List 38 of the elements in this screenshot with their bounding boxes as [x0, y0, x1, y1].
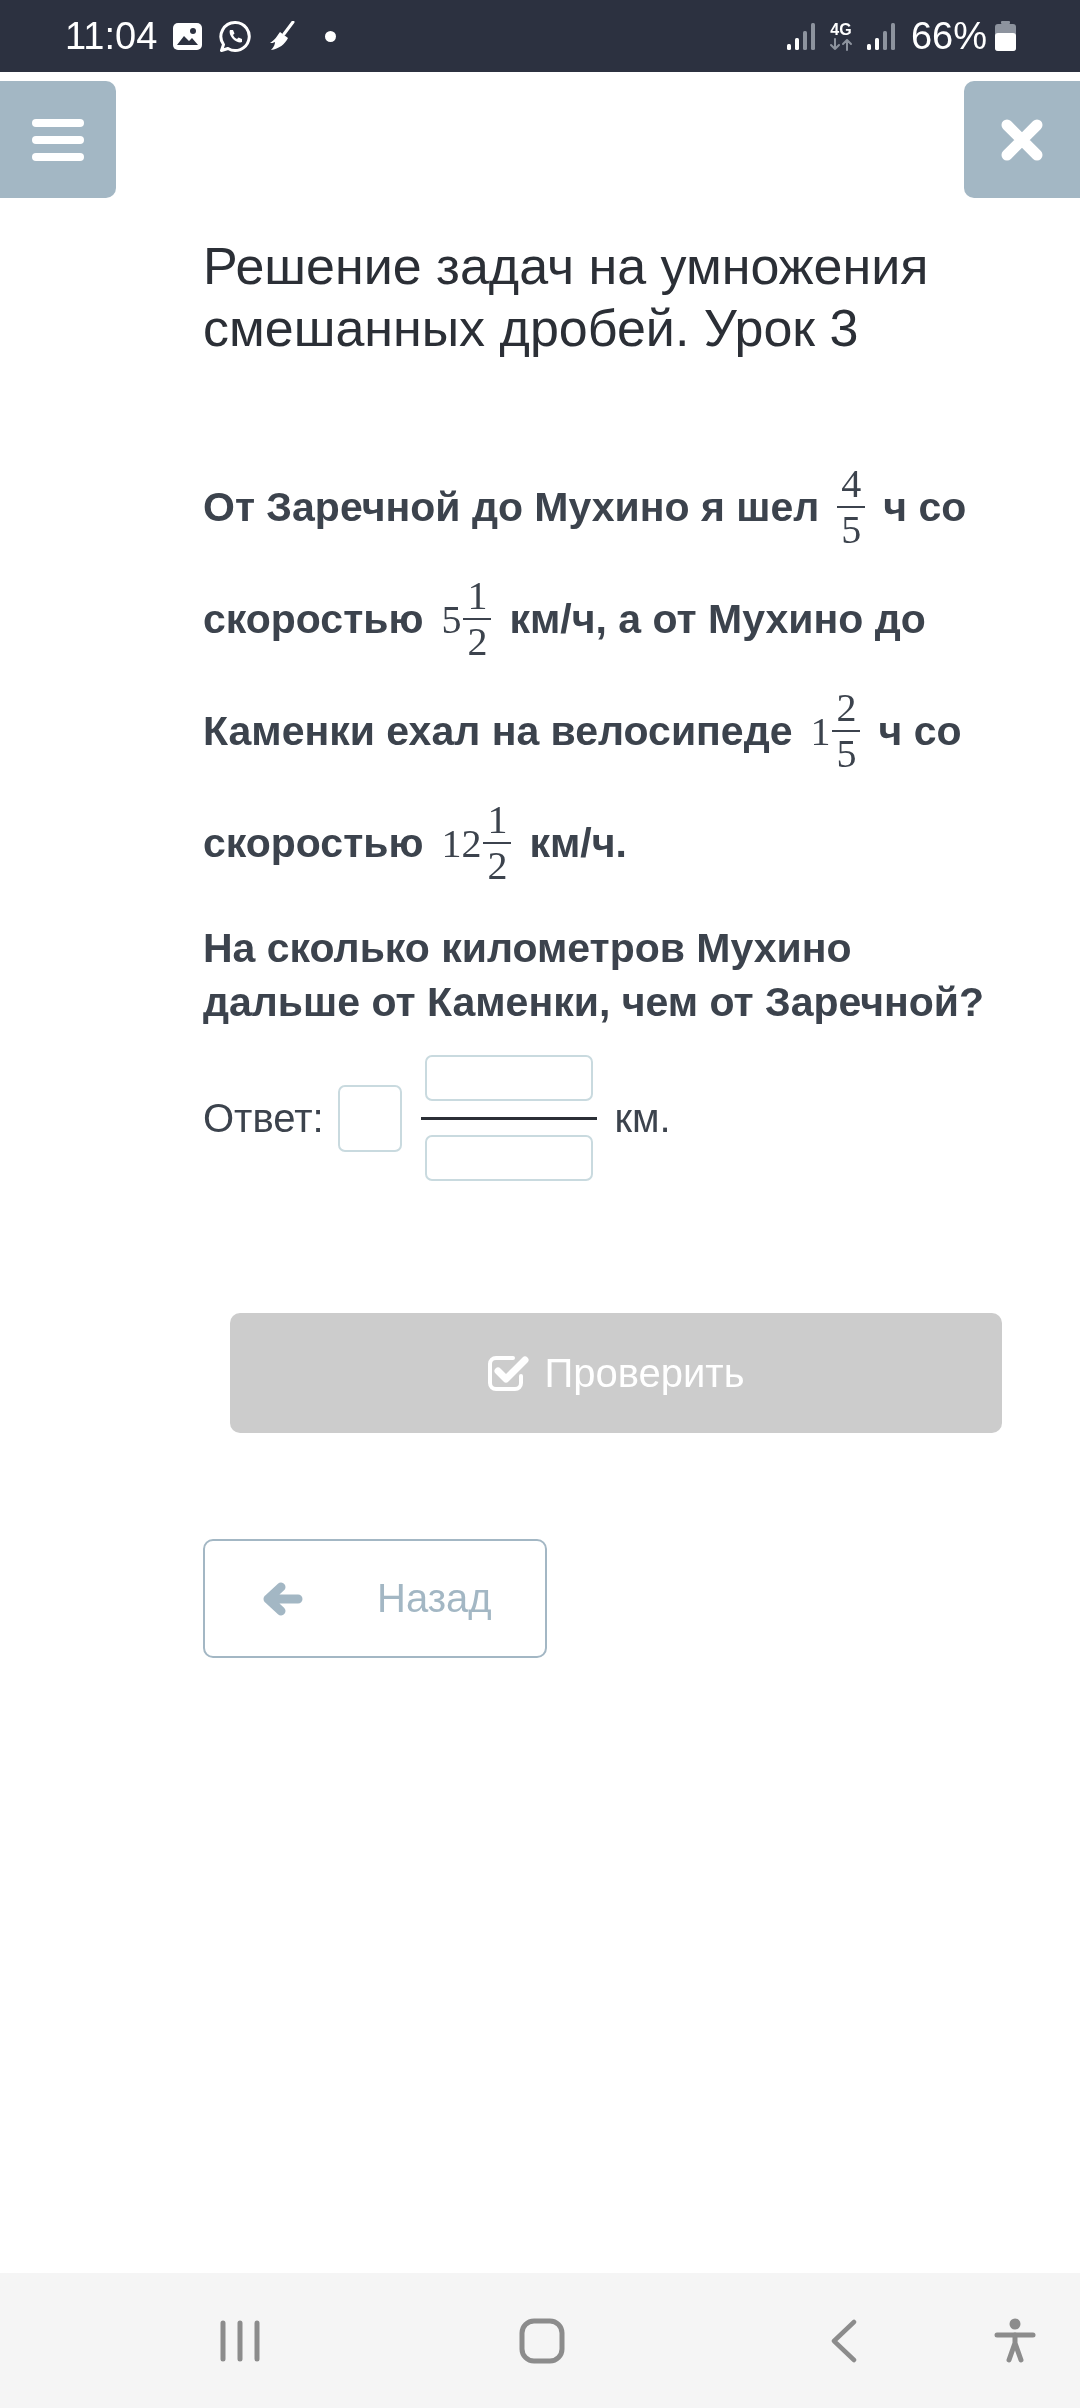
unit-label: км. — [614, 1095, 671, 1141]
numerator-field[interactable] — [424, 1055, 593, 1101]
broom-icon — [269, 21, 296, 51]
denominator-field[interactable] — [424, 1135, 593, 1181]
data-arrows-icon — [828, 37, 853, 51]
problem-text: Каменки ехал на велосипеде — [203, 707, 793, 755]
phone-bubble-icon — [219, 19, 253, 53]
problem-text: км/ч, а от Мухино до — [509, 595, 926, 643]
page-title: Решение задач на умножения смешанных дробей. Урок 3 — [203, 236, 930, 359]
question-text: На сколько километров Мухино дальше от Каменки, чем от Заречной? — [203, 924, 986, 1027]
accessibility-icon[interactable] — [994, 2317, 1036, 2364]
close-button[interactable] — [964, 81, 1080, 198]
fraction: 4 5 — [837, 462, 866, 552]
battery-percent: 66% — [910, 14, 987, 58]
menu-icon — [32, 118, 84, 161]
signal-icon — [786, 22, 815, 50]
left-arrow-icon — [263, 1581, 303, 1616]
back-button[interactable]: Назад — [203, 1539, 547, 1658]
menu-button[interactable] — [0, 81, 116, 198]
status-time: 11:04 — [65, 14, 158, 58]
back-icon[interactable] — [831, 2318, 857, 2363]
close-icon — [1001, 118, 1043, 161]
signal-icon — [866, 22, 895, 50]
problem-text: скоростью — [203, 595, 424, 643]
recent-apps-icon[interactable] — [220, 2319, 260, 2362]
problem-text: скоростью — [203, 819, 424, 867]
battery-icon — [995, 21, 1016, 51]
problem-text: ч со — [883, 483, 967, 531]
problem-text: От Заречной до Мухино я шел — [203, 483, 820, 531]
home-icon[interactable] — [519, 2317, 565, 2364]
problem-text: ч со — [878, 707, 962, 755]
network-type: 4G — [830, 21, 852, 38]
dot-icon — [325, 30, 337, 42]
answer-label: Ответ: — [203, 1095, 324, 1141]
check-square-icon — [487, 1354, 530, 1392]
image-icon — [173, 22, 203, 50]
problem-text: км/ч. — [529, 819, 627, 867]
whole-number-field[interactable] — [337, 1084, 402, 1152]
